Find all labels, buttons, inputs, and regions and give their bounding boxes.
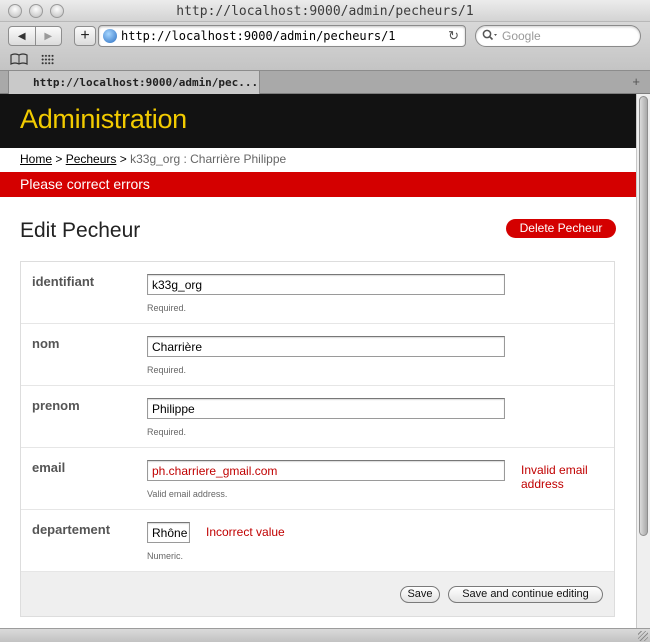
form-actions: Save Save and continue editing [21,572,614,616]
field-help: Numeric. [147,551,184,561]
form-row-prenom: prenom Philippe Required. [21,386,614,448]
page-viewport: Administration Home > Pecheurs > k33g_or… [0,94,636,628]
prenom-input[interactable]: Philippe [147,398,505,419]
form-row-nom: nom Charrière Required. [21,324,614,386]
scrollbar-thumb[interactable] [639,96,648,536]
edit-form: identifiant k33g_org Required. nom Charr… [20,261,615,617]
breadcrumb-pecheurs-link[interactable]: Pecheurs [66,152,117,166]
reload-icon[interactable]: ↻ [448,28,459,44]
breadcrumb-current: k33g_org : Charrière Philippe [130,152,287,166]
departement-error-message: Incorrect value [206,525,285,539]
form-row-identifiant: identifiant k33g_org Required. [21,262,614,324]
forward-button[interactable]: ▶ [34,27,62,45]
field-help: Required. [147,365,187,375]
save-and-continue-button[interactable]: Save and continue editing [448,586,603,603]
address-bar[interactable]: http://localhost:9000/admin/pecheurs/1 ↻ [98,25,466,47]
vertical-scrollbar[interactable] [636,94,650,628]
departement-input[interactable]: Rhône [147,522,190,543]
plus-icon: + [80,27,90,44]
field-label: departement [32,522,111,537]
site-header: Administration [0,94,636,148]
field-help: Valid email address. [147,489,228,499]
breadcrumb: Home > Pecheurs > k33g_org : Charrière P… [20,152,286,166]
email-error-message: Invalid email address [521,463,588,491]
form-row-departement: departement Rhône Numeric. Incorrect val… [21,510,614,572]
breadcrumb-home-link[interactable]: Home [20,152,52,166]
globe-icon [103,29,117,43]
field-help: Required. [147,427,187,437]
form-row-email: email ph.charriere_gmail.com Valid email… [21,448,614,510]
breadcrumb-separator: > [52,152,66,166]
field-label: identifiant [32,274,95,289]
add-tab-icon[interactable]: + [632,74,640,89]
back-button[interactable]: ◀ [9,27,35,45]
page-title: Edit Pecheur [20,219,141,242]
search-icon [482,29,498,44]
field-label: prenom [32,398,80,413]
browser-toolbar: ◀ ▶ + http://localhost:9000/admin/pecheu… [0,22,650,70]
search-field[interactable]: Google [475,25,641,47]
field-label: email [32,460,66,475]
error-text: address [521,477,564,491]
grid-icon[interactable] [41,54,54,65]
field-help: Required. [147,303,187,313]
nav-buttons: ◀ ▶ [8,26,62,46]
error-text: Invalid email [521,463,588,477]
resize-grip-icon[interactable] [638,631,648,641]
tab-bar: http://localhost:9000/admin/pec... + [0,70,650,94]
field-label: nom [32,336,60,351]
window-title: http://localhost:9000/admin/pecheurs/1 [176,4,474,19]
address-text: http://localhost:9000/admin/pecheurs/1 [121,29,396,43]
breadcrumb-separator: > [116,152,131,166]
nom-input[interactable]: Charrière [147,336,505,357]
save-button[interactable]: Save [400,586,440,603]
status-bar [0,628,650,642]
window-titlebar: http://localhost:9000/admin/pecheurs/1 [0,0,650,22]
tab-current[interactable]: http://localhost:9000/admin/pec... [8,71,260,94]
open-book-icon[interactable] [10,53,28,68]
tab-title: http://localhost:9000/admin/pec... [33,76,259,89]
search-placeholder: Google [502,29,541,43]
back-arrow-icon: ◀ [17,30,26,42]
forward-arrow-icon: ▶ [44,30,53,42]
email-input[interactable]: ph.charriere_gmail.com [147,460,505,481]
identifiant-input[interactable]: k33g_org [147,274,505,295]
delete-pecheur-button[interactable]: Delete Pecheur [506,219,616,238]
site-title: Administration [20,104,187,134]
new-tab-button[interactable]: + [74,26,96,46]
error-banner: Please correct errors [0,172,636,197]
